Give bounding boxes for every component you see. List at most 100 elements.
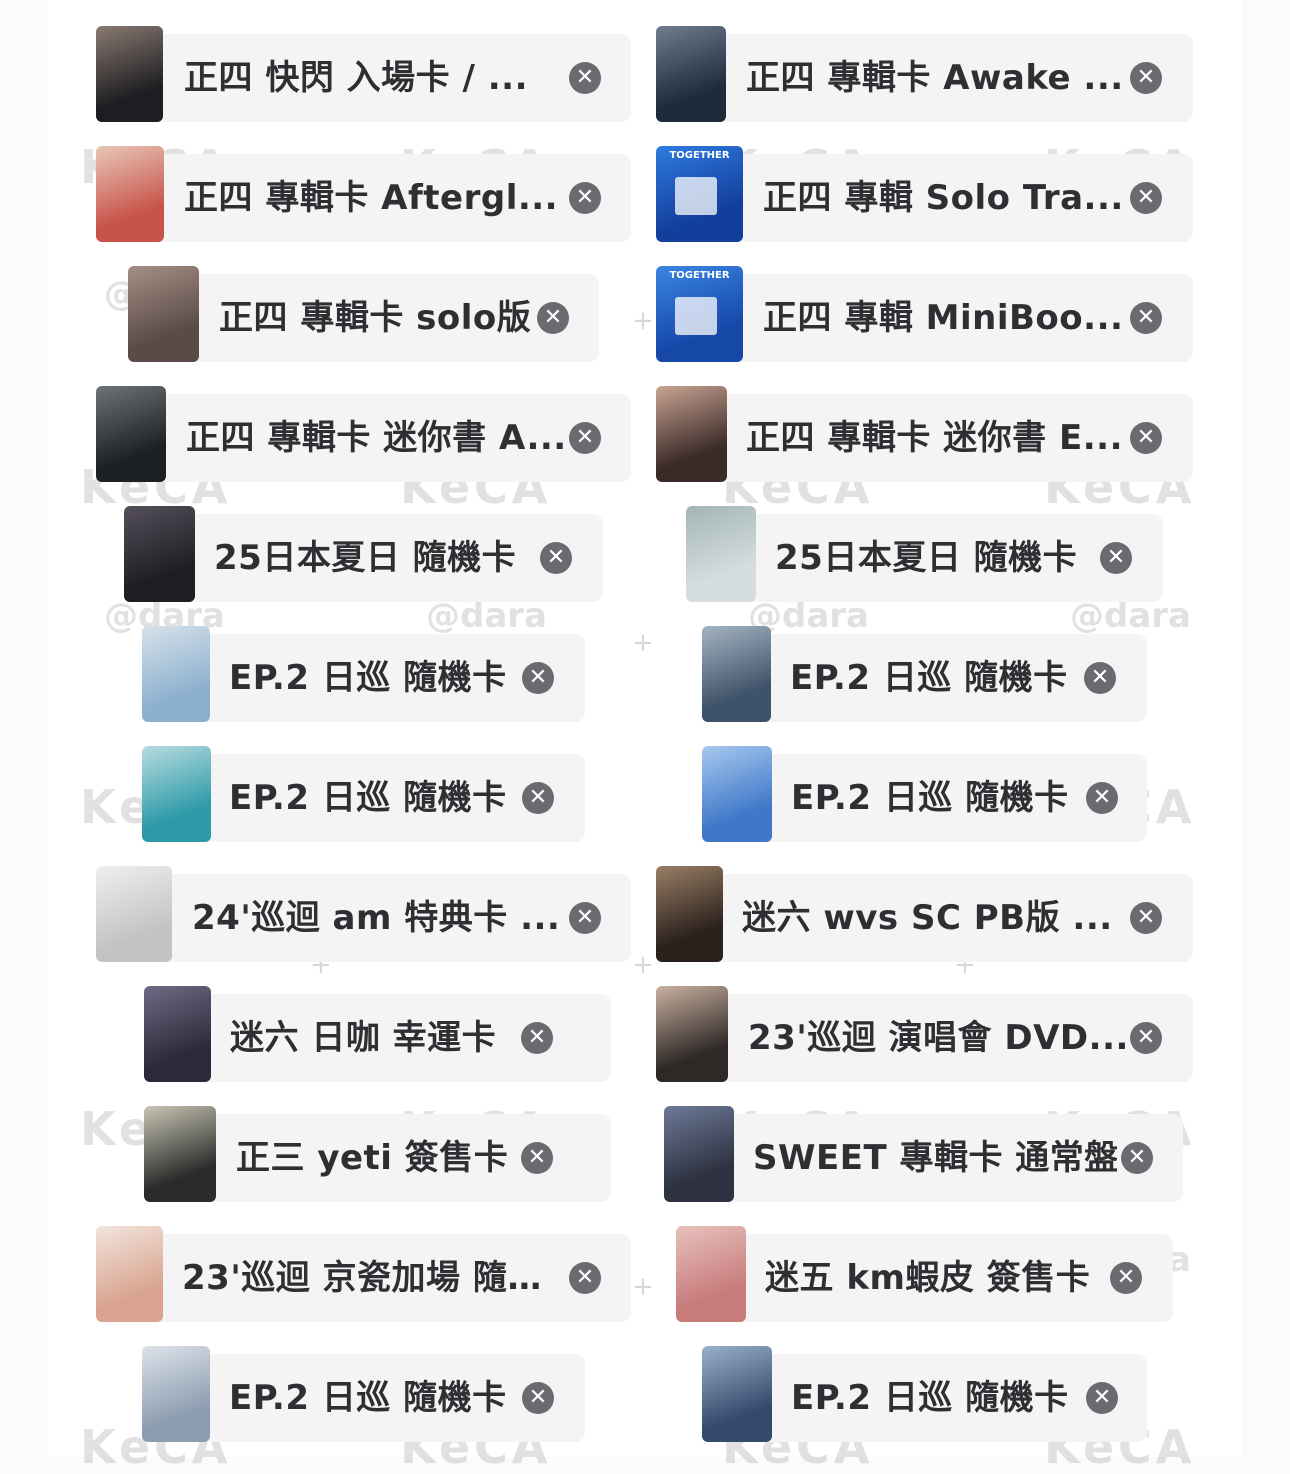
photocard-tag[interactable]: EP.2 日巡 隨機卡 ✕ [162,1354,585,1442]
photocard-tag-label: 正四 專輯 Solo Tra... [763,178,1124,218]
photocard-tag[interactable]: 正四 專輯 Solo Tra... ✕ [676,154,1193,242]
photocard-thumbnail [96,1226,163,1322]
photocard-tag[interactable]: 25日本夏日 隨機卡 ✕ [706,514,1163,602]
photocard-thumbnail [96,866,172,962]
photocard-thumbnail [124,506,195,602]
photocard-tag-label: 正三 yeti 簽售卡 [236,1138,509,1178]
remove-tag-button[interactable]: ✕ [569,902,601,934]
remove-tag-button[interactable]: ✕ [569,1262,601,1294]
remove-tag-button[interactable]: ✕ [1110,1262,1142,1294]
photocard-tag-label: 正四 快閃 入場卡 / ... [184,58,529,98]
photocard-tag-label: 25日本夏日 隨機卡 [214,538,517,578]
photocard-thumbnail [656,866,723,962]
photocard-thumbnail [656,26,726,122]
photocard-thumbnail [142,746,211,842]
remove-tag-button[interactable]: ✕ [1130,302,1162,334]
photocard-tag[interactable]: 迷五 km蝦皮 簽售卡 ✕ [696,1234,1173,1322]
photocard-tag[interactable]: 正四 專輯卡 迷你書 E... ✕ [676,394,1193,482]
photocard-tag-label: 23'巡迴 演唱會 DVD... [748,1018,1126,1058]
photocard-thumbnail [656,986,728,1082]
remove-tag-button[interactable]: ✕ [521,1022,553,1054]
photocard-tag-label: EP.2 日巡 隨機卡 [791,778,1069,818]
remove-tag-button[interactable]: ✕ [1121,1142,1153,1174]
remove-tag-button[interactable]: ✕ [521,1142,553,1174]
remove-tag-button[interactable]: ✕ [569,422,601,454]
album-cover-art [675,176,717,216]
remove-tag-button[interactable]: ✕ [1130,422,1162,454]
photocard-tag[interactable]: 迷六 日咖 幸運卡 ✕ [164,994,611,1082]
photocard-thumbnail [144,1106,216,1202]
photocard-thumbnail [686,506,756,602]
remove-tag-button[interactable]: ✕ [537,302,569,334]
photocard-tag-label: SWEET 專輯卡 通常盤 [753,1138,1117,1178]
photocard-thumbnail [142,1346,210,1442]
photocard-tag-label: EP.2 日巡 隨機卡 [229,778,507,818]
remove-tag-button[interactable]: ✕ [1084,662,1116,694]
photocard-tag-label: 正四 專輯卡 迷你書 A... [186,418,565,458]
photocard-tag-label: EP.2 日巡 隨機卡 [791,1378,1069,1418]
remove-tag-button[interactable]: ✕ [1130,902,1162,934]
photocard-tag[interactable]: 正四 快閃 入場卡 / ... ✕ [116,34,631,122]
remove-tag-button[interactable]: ✕ [1086,1382,1118,1414]
photocard-tag[interactable]: 正四 專輯卡 solo版 ✕ [148,274,599,362]
photocard-thumbnail [96,26,163,122]
remove-tag-button[interactable]: ✕ [1130,182,1162,214]
photocard-tag-label: 迷六 wvs SC PB版 ... [742,898,1113,938]
photocard-thumbnail [128,266,199,362]
photocard-thumbnail [702,746,772,842]
photocard-thumbnail: TOGETHER [656,266,743,362]
photocard-thumbnail [144,986,211,1082]
photocard-tag[interactable]: 23'巡迴 演唱會 DVD... ✕ [676,994,1193,1082]
photocard-thumbnail [142,626,210,722]
album-cover-title: TOGETHER [669,150,730,161]
remove-tag-button[interactable]: ✕ [522,1382,554,1414]
photocard-tag-label: 正四 專輯 MiniBoo... [763,298,1124,338]
photocard-tag-label: EP.2 日巡 隨機卡 [790,658,1068,698]
remove-tag-button[interactable]: ✕ [540,542,572,574]
remove-tag-button[interactable]: ✕ [522,662,554,694]
remove-tag-button[interactable]: ✕ [522,782,554,814]
photocard-tag-label: 正四 專輯卡 Awake ... [746,58,1124,98]
photocard-tag-label: 迷五 km蝦皮 簽售卡 [765,1258,1091,1298]
album-cover-art [675,296,717,336]
remove-tag-button[interactable]: ✕ [1130,62,1162,94]
photocard-tag-label: 25日本夏日 隨機卡 [775,538,1078,578]
remove-tag-button[interactable]: ✕ [569,62,601,94]
remove-tag-button[interactable]: ✕ [1086,782,1118,814]
photocard-thumbnail [702,1346,772,1442]
photocard-tag[interactable]: 正四 專輯卡 Aftergl... ✕ [116,154,631,242]
photocard-thumbnail [656,386,727,482]
photocard-tag[interactable]: 正四 專輯 MiniBoo... ✕ [676,274,1193,362]
remove-tag-button[interactable]: ✕ [569,182,601,214]
photocard-tag-label: EP.2 日巡 隨機卡 [229,658,507,698]
photocard-tag-label: 迷六 日咖 幸運卡 [230,1018,497,1058]
remove-tag-button[interactable]: ✕ [1100,542,1132,574]
photocard-tag[interactable]: EP.2 日巡 隨機卡 ✕ [722,634,1147,722]
photocard-thumbnail [702,626,771,722]
photocard-tag-label: 24'巡迴 am 特典卡 ... [192,898,561,938]
photocard-thumbnail [664,1106,734,1202]
photocard-tag[interactable]: EP.2 日巡 隨機卡 ✕ [162,634,585,722]
photocard-tag-label: EP.2 日巡 隨機卡 [229,1378,507,1418]
photocard-tag[interactable]: 23'巡迴 京瓷加場 隨… ✕ [116,1234,631,1322]
photocard-thumbnail [96,146,164,242]
photocard-thumbnail [96,386,166,482]
photocard-tag[interactable]: SWEET 專輯卡 通常盤 ✕ [684,1114,1183,1202]
photocard-tag[interactable]: 正四 專輯卡 Awake ... ✕ [676,34,1193,122]
photocard-tag[interactable]: 24'巡迴 am 特典卡 ... ✕ [116,874,631,962]
photocard-thumbnail [676,1226,746,1322]
photocard-tag[interactable]: 正三 yeti 簽售卡 ✕ [164,1114,611,1202]
collection-page: KeCA KeCA KeCA KeCA @dara @dara @dara @d… [0,0,1290,1474]
photocard-tag[interactable]: 迷六 wvs SC PB版 ... ✕ [676,874,1193,962]
photocard-tag[interactable]: 正四 專輯卡 迷你書 A... ✕ [116,394,631,482]
photocard-tag[interactable]: EP.2 日巡 隨機卡 ✕ [162,754,585,842]
photocard-tag-label: 23'巡迴 京瓷加場 隨… [182,1258,542,1298]
photocard-tag[interactable]: EP.2 日巡 隨機卡 ✕ [722,1354,1147,1442]
photocard-tag[interactable]: EP.2 日巡 隨機卡 ✕ [722,754,1147,842]
photocard-thumbnail: TOGETHER [656,146,743,242]
photocard-tag-label: 正四 專輯卡 Aftergl... [184,178,559,218]
album-cover-title: TOGETHER [669,270,730,281]
remove-tag-button[interactable]: ✕ [1130,1022,1162,1054]
photocard-tag-label: 正四 專輯卡 solo版 [219,298,532,338]
photocard-tag[interactable]: 25日本夏日 隨機卡 ✕ [144,514,603,602]
